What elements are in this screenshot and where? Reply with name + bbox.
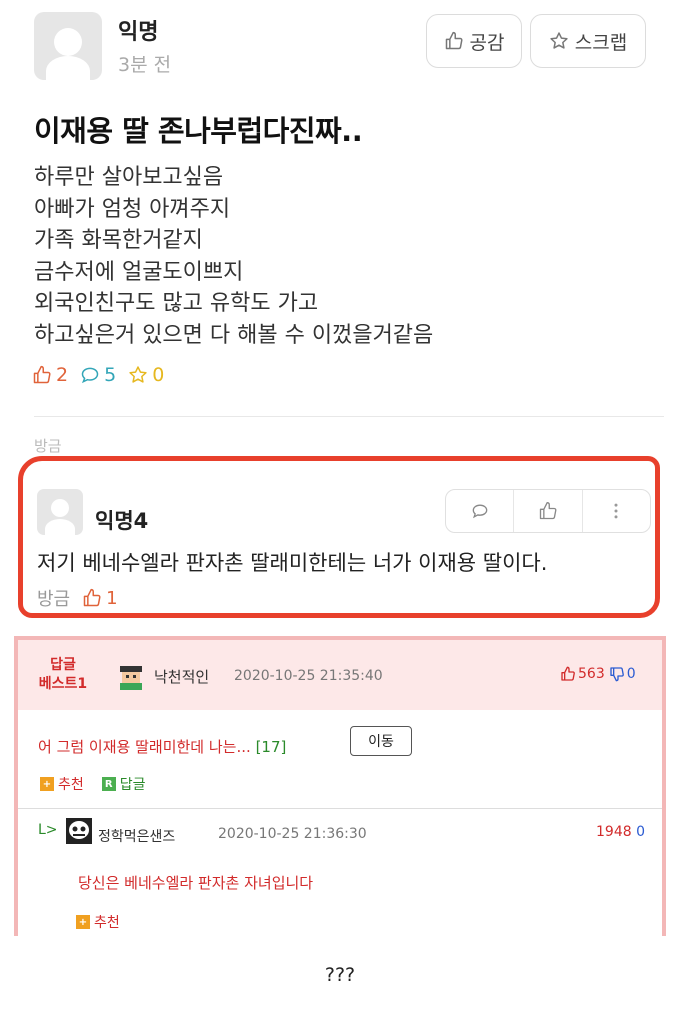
post-card: 익명 3분 전 공감 스크랩 이재용 딸 존나부럽다진짜.. 하루만 살아보고싶… [0, 0, 680, 420]
nested-up-count: 1948 [596, 824, 632, 840]
reply-link[interactable]: 답글 [120, 774, 146, 794]
move-button[interactable]: 이동 [350, 726, 412, 756]
highlighted-comment: 익명4 저기 베네수엘라 판자촌 딸래미한테는 너가 이재용 딸이다. 방금 1 [18, 456, 660, 618]
anonymous-avatar [37, 489, 83, 535]
nested-user-name[interactable]: 정학먹은샌즈 [98, 826, 175, 846]
thumbs-up-icon [33, 365, 51, 384]
thumbs-down-icon [610, 667, 624, 682]
nested-date: 2020-10-25 21:36:30 [218, 826, 367, 842]
badge-line: 베스트1 [38, 676, 88, 692]
scrap-button-label: 스크랩 [574, 31, 628, 54]
star-icon [550, 32, 568, 49]
content-line: 하고싶은거 있으면 다 해볼 수 이껐을거같음 [34, 322, 434, 348]
best-reply-count: [17] [255, 738, 287, 756]
content-line: 가족 화목한거같지 [34, 228, 203, 253]
post-stats: 2 5 0 [32, 364, 176, 386]
comment-count-value: 5 [104, 364, 117, 386]
best-badge: 답글 베스트1 [32, 656, 94, 694]
nested-recommend-button[interactable]: 추천 [94, 912, 120, 932]
reply-arrow-icon: L> [38, 822, 58, 838]
skull-avatar-icon [66, 818, 92, 844]
best-date: 2020-10-25 21:35:40 [234, 668, 383, 684]
content-line: 외국인친구도 많고 유학도 가고 [34, 291, 319, 316]
like-button-label: 공감 [469, 31, 505, 54]
content-line: 아빠가 엄청 아껴주지 [34, 196, 231, 222]
scrap-count-value: 0 [152, 364, 165, 386]
reply-icon: R [101, 777, 116, 791]
nested-down-count: 0 [636, 824, 646, 840]
more-vertical-icon [614, 503, 618, 519]
like-count[interactable]: 2 [32, 364, 68, 386]
post-author: 익명 [118, 20, 159, 45]
anonymous-avatar [34, 12, 102, 80]
comment-like-count[interactable]: 1 [82, 587, 118, 609]
comment-like-value: 1 [106, 587, 118, 609]
reply-button[interactable] [446, 490, 515, 532]
comment-text: 저기 베네수엘라 판자촌 딸래미한테는 너가 이재용 딸이다. [37, 551, 548, 575]
divider [34, 416, 664, 417]
like-button[interactable]: 공감 [426, 14, 522, 68]
comment-actions [445, 489, 651, 533]
divider [18, 808, 662, 809]
scrap-count[interactable]: 0 [128, 364, 164, 386]
best-reply-panel: 답글 베스트1 낙천적인 2020-10-25 21:35:40 563 0 어… [14, 636, 666, 936]
thumbs-up-icon [83, 588, 101, 607]
like-count-value: 2 [56, 364, 69, 386]
scrap-button[interactable]: 스크랩 [530, 14, 646, 68]
thumbs-up-icon [539, 502, 557, 520]
speech-bubble-icon [81, 367, 99, 384]
comment-time: 방금 [37, 589, 71, 610]
plus-icon: + [40, 777, 54, 791]
best-reply-text: 어 그럼 이재용 딸래미한데 나는... [38, 738, 251, 756]
post-time: 3분 전 [118, 54, 172, 76]
badge-line: 답글 [50, 657, 76, 673]
best-reply-header: 답글 베스트1 낙천적인 2020-10-25 21:35:40 563 0 [18, 640, 662, 710]
cut-timestamp: 방금 [34, 437, 62, 455]
best-score: 563 0 [560, 666, 636, 682]
best-reply-link[interactable]: 어 그럼 이재용 딸래미한데 나는... [17] [38, 736, 286, 757]
comment-footer: 방금 1 [37, 585, 118, 611]
nested-score: 1948 0 [596, 824, 645, 840]
best-down: 0 [609, 666, 636, 682]
content-line: 금수저에 얼굴도이쁘지 [34, 259, 244, 285]
best-up-count: 563 [578, 666, 605, 682]
content-line: 하루만 살아보고싶음 [34, 165, 224, 190]
post-title: 이재용 딸 존나부럽다진짜.. [34, 114, 363, 148]
recommend-button[interactable]: 추천 [58, 774, 84, 794]
post-content: 하루만 살아보고싶음 아빠가 엄청 아껴주지 가족 화목한거같지 금수저에 얼굴… [34, 162, 433, 351]
nested-reply-text: 당신은 베네수엘라 판자촌 자녀입니다 [78, 874, 314, 892]
comment-count[interactable]: 5 [80, 364, 116, 386]
nested-actions: + 추천 [76, 912, 138, 932]
caption: ??? [324, 964, 356, 986]
more-options-button[interactable] [583, 490, 650, 532]
plus-icon: + [76, 915, 90, 929]
thumbs-up-icon [561, 666, 575, 681]
user-level-icon [120, 666, 142, 690]
best-down-count: 0 [626, 666, 636, 682]
best-user-name[interactable]: 낙천적인 [154, 666, 209, 687]
star-icon [129, 366, 147, 383]
thumbs-up-icon [445, 31, 463, 50]
best-actions: + 추천 R 답글 [40, 774, 146, 794]
comment-author: 익명4 [95, 509, 149, 533]
speech-bubble-icon [472, 504, 487, 519]
comment-like-button[interactable] [514, 490, 583, 532]
